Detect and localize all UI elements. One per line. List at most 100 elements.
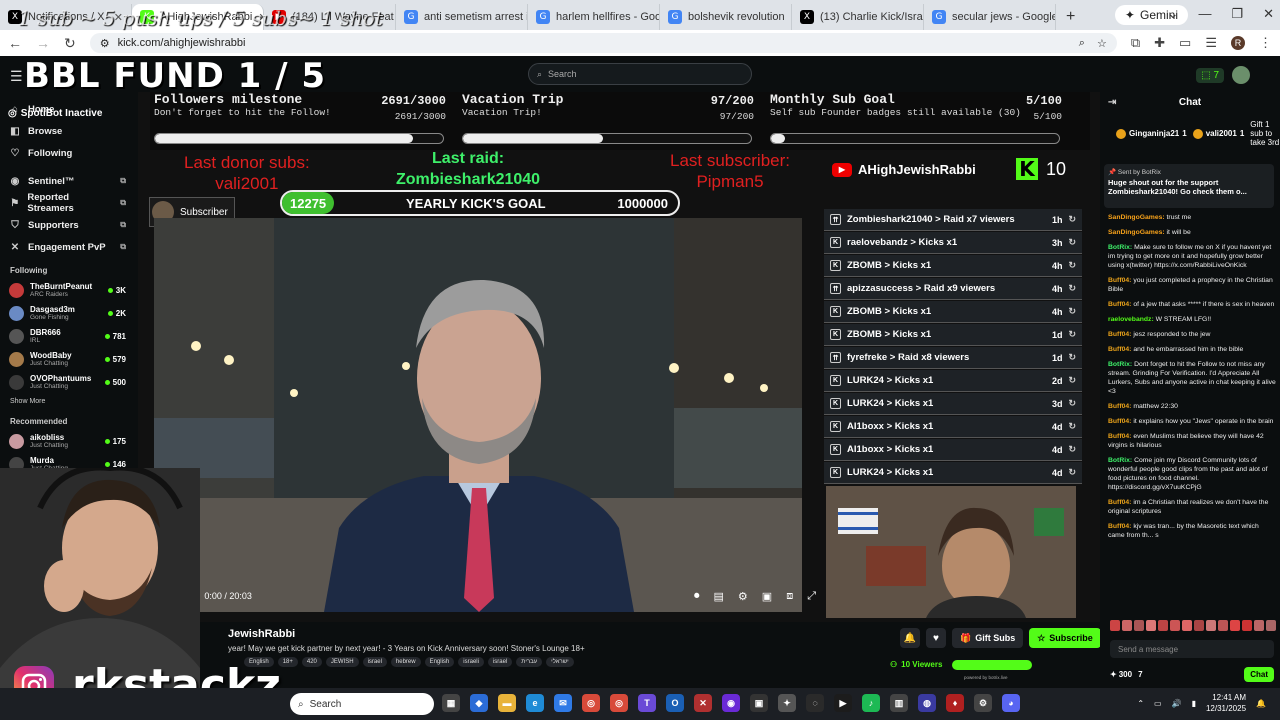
- channel-item[interactable]: DBR666 IRL 781: [0, 325, 138, 348]
- url-field[interactable]: ⚙ kick.com/ahighjewishrabbi ⌕ ☆: [89, 33, 1117, 53]
- pip-icon[interactable]: ⧈: [786, 590, 793, 603]
- bookmark-star-icon[interactable]: ☆: [1097, 37, 1107, 50]
- sidebar-item-browse[interactable]: ◧ Browse: [0, 120, 138, 142]
- stream-tag[interactable]: 420: [301, 657, 322, 667]
- menu-dots-icon[interactable]: ⋮: [1259, 35, 1272, 51]
- chat-username[interactable]: Buff04:: [1108, 418, 1131, 425]
- chat-username[interactable]: Buff04:: [1108, 331, 1131, 338]
- stream-tag[interactable]: israeli: [458, 657, 484, 667]
- stream-tag[interactable]: English: [424, 657, 455, 667]
- show-more-link[interactable]: Show More: [0, 398, 138, 405]
- chat-username[interactable]: Buff04:: [1108, 346, 1131, 353]
- app8-icon[interactable]: ⚙: [974, 694, 992, 712]
- chat-input[interactable]: Send a message: [1110, 640, 1274, 658]
- file-explorer-icon[interactable]: ▬: [498, 694, 516, 712]
- close-icon[interactable]: ✕: [1263, 6, 1274, 22]
- emote-icon[interactable]: [1170, 620, 1180, 631]
- emote-icon[interactable]: [1134, 620, 1144, 631]
- volume-tray-icon[interactable]: 🔊: [1172, 699, 1182, 708]
- chrome-alt-icon[interactable]: ◎: [610, 694, 628, 712]
- minimize-icon[interactable]: —: [1198, 6, 1211, 22]
- theater-mode-icon[interactable]: ▣: [762, 590, 772, 603]
- stream-tag[interactable]: hebrew: [390, 657, 421, 667]
- kick-app-icon[interactable]: ▶: [834, 694, 852, 712]
- notification-badge[interactable]: ⬚ 7: [1196, 67, 1224, 83]
- stream-tag[interactable]: israel: [362, 657, 387, 667]
- chat-send-button[interactable]: Chat: [1244, 666, 1274, 682]
- app2-icon[interactable]: ▣: [750, 694, 768, 712]
- app5-icon[interactable]: ▥: [890, 694, 908, 712]
- chat-username[interactable]: SanDingoGames:: [1108, 229, 1165, 236]
- browser-tab[interactable]: Ganti semetism arrest in✕: [396, 4, 528, 30]
- discord-icon[interactable]: ◕: [1002, 694, 1020, 712]
- replay-icon[interactable]: ↻: [1068, 444, 1076, 455]
- browser-tab[interactable]: X(13) Charlie Kick/Israel✕: [792, 4, 924, 30]
- stream-tag[interactable]: israel: [487, 657, 513, 667]
- replay-icon[interactable]: ↻: [1068, 375, 1076, 386]
- replay-icon[interactable]: ↻: [1068, 283, 1076, 294]
- replay-icon[interactable]: ↻: [1068, 398, 1076, 409]
- chat-username[interactable]: Buff04:: [1108, 433, 1131, 440]
- emote-icon[interactable]: [1218, 620, 1228, 631]
- outlook-icon[interactable]: O: [666, 694, 684, 712]
- reading-list-icon[interactable]: ☰: [1205, 35, 1217, 51]
- chat-username[interactable]: Buff04:: [1108, 301, 1131, 308]
- battery-icon[interactable]: ▮: [1192, 699, 1196, 708]
- zoom-icon[interactable]: ⌕: [1079, 37, 1085, 50]
- replay-icon[interactable]: ↻: [1068, 421, 1076, 432]
- emote-icon[interactable]: [1122, 620, 1132, 631]
- chat-username[interactable]: Buff04:: [1108, 403, 1131, 410]
- profile-avatar[interactable]: R: [1231, 36, 1245, 50]
- video-frame[interactable]: [154, 218, 802, 612]
- channel-item[interactable]: aikobliss Just Chatting 175: [0, 430, 138, 453]
- app3-icon[interactable]: ✦: [778, 694, 796, 712]
- chat-username[interactable]: Buff04:: [1108, 277, 1131, 284]
- back-icon[interactable]: ←: [8, 35, 22, 51]
- chat-username[interactable]: Buff04:: [1108, 499, 1131, 506]
- site-info-icon[interactable]: ⚙: [100, 37, 110, 50]
- settings-icon[interactable]: ⚙: [738, 590, 748, 603]
- browser-tab[interactable]: Gsecular jews - Google S✕: [924, 4, 1056, 30]
- emote-icon[interactable]: [1206, 620, 1216, 631]
- network-icon[interactable]: ▭: [1154, 699, 1162, 708]
- channel-points[interactable]: ✦ 300: [1110, 670, 1132, 679]
- emote-icon[interactable]: [1230, 620, 1240, 631]
- browser-tab[interactable]: Gharlem hellfires - Goog✕: [528, 4, 660, 30]
- search-input[interactable]: ⌕ Search: [528, 63, 752, 85]
- extension-icon[interactable]: ⧉: [1131, 35, 1140, 51]
- app6-icon[interactable]: ◍: [918, 694, 936, 712]
- spotify-icon[interactable]: ♪: [862, 694, 880, 712]
- bell-icon[interactable]: 🔔: [900, 628, 920, 648]
- cast-icon[interactable]: ▭: [1179, 35, 1191, 51]
- sidebar-extra-item[interactable]: ◉ Sentinel™ ⧉: [0, 170, 138, 192]
- channel-item[interactable]: Dasgasd3m Gone Fishing 2K: [0, 302, 138, 325]
- edge-icon[interactable]: e: [526, 694, 544, 712]
- taskbar-search[interactable]: ⌕ Search: [290, 693, 434, 715]
- emote-icon[interactable]: [1194, 620, 1204, 631]
- replay-icon[interactable]: ↻: [1068, 352, 1076, 363]
- teams-icon[interactable]: T: [638, 694, 656, 712]
- collapse-chat-icon[interactable]: ⇥: [1108, 97, 1116, 108]
- browser-tab[interactable]: Gbolshevik revolution✕: [660, 4, 792, 30]
- task-view-icon[interactable]: ▦: [442, 694, 460, 712]
- emote-icon[interactable]: [1158, 620, 1168, 631]
- chat-username[interactable]: Buff04:: [1108, 523, 1131, 530]
- clock[interactable]: 12:41 AM 12/31/2025: [1206, 692, 1246, 714]
- subscribe-button[interactable]: ☆ Subscribe: [1029, 628, 1101, 648]
- channel-item[interactable]: WoodBaby Just Chatting 579: [0, 348, 138, 371]
- sidebar-extra-item[interactable]: ✕ Engagement PvP ⧉: [0, 236, 138, 258]
- maximize-icon[interactable]: ❐: [1231, 6, 1243, 22]
- reload-icon[interactable]: ↻: [64, 35, 76, 52]
- spotibot-status[interactable]: ◎ SpotiBot Inactive: [0, 108, 102, 119]
- heart-icon[interactable]: ♥: [926, 628, 946, 648]
- app-icon[interactable]: ✕: [694, 694, 712, 712]
- chat-username[interactable]: SanDingoGames:: [1108, 214, 1165, 221]
- emote-icon[interactable]: [1182, 620, 1192, 631]
- copilot-icon[interactable]: ◆: [470, 694, 488, 712]
- sidebar-extra-item[interactable]: ⚑ Reported Streamers ⧉: [0, 192, 138, 214]
- stream-tag[interactable]: עברית: [516, 657, 543, 667]
- replay-icon[interactable]: ↻: [1068, 329, 1076, 340]
- stream-tag[interactable]: JEWISH: [325, 657, 359, 667]
- sidebar-extra-item[interactable]: ⛉ Supporters ⧉: [0, 214, 138, 236]
- channel-item[interactable]: TheBurntPeanut ARC Raiders 3K: [0, 279, 138, 302]
